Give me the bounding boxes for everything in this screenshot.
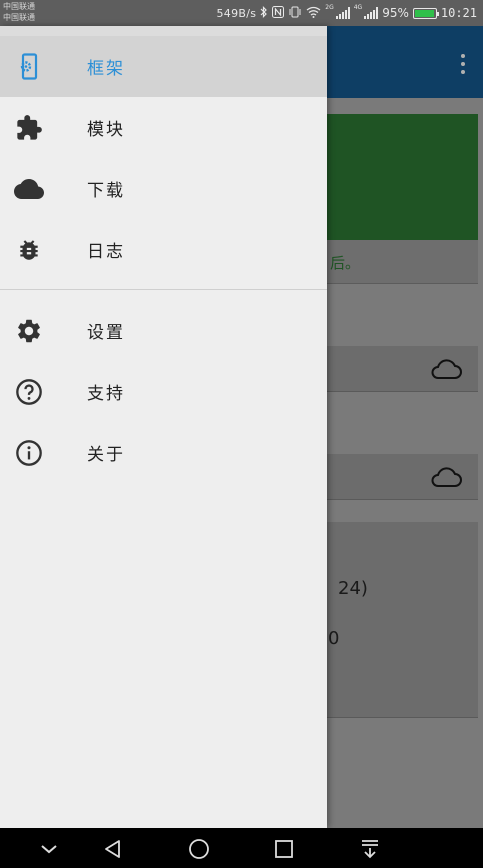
gear-icon — [14, 316, 44, 346]
download-row[interactable] — [326, 454, 478, 500]
nav-item-settings[interactable]: 设置 — [0, 300, 327, 361]
status-icons: 549B/s 2G 4G 95% 10:21 — [216, 4, 477, 22]
signal-2-icon — [364, 7, 379, 19]
net-speed: 549B/s — [216, 6, 257, 20]
battery-percent: 95% — [382, 6, 409, 20]
clock: 10:21 — [440, 6, 477, 20]
info-icon — [14, 438, 44, 468]
nav-label-about: 关于 — [87, 445, 125, 465]
system-nav-bar — [0, 828, 483, 868]
navigation-drawer: 框架 模块 下载 日志 设置 支持 关于 — [0, 26, 327, 828]
bluetooth-icon — [260, 5, 268, 21]
signal-1-icon — [335, 7, 350, 19]
net-tag-2: 4G — [353, 4, 363, 11]
carrier-labels: 中国联通 中国联通 — [3, 1, 35, 23]
drawer-header — [0, 26, 327, 36]
back-icon[interactable] — [102, 838, 124, 860]
nav-label-modules: 模块 — [87, 120, 125, 140]
nav-label-framework: 框架 — [87, 59, 125, 79]
cloud-download-icon — [431, 359, 462, 379]
nav-item-modules[interactable]: 模块 — [0, 97, 327, 158]
status-card — [326, 114, 478, 240]
home-icon[interactable] — [188, 838, 210, 860]
nav-item-support[interactable]: 支持 — [0, 361, 327, 422]
nav-label-settings: 设置 — [87, 323, 125, 343]
vibrate-icon — [288, 6, 302, 21]
nav-label-support: 支持 — [87, 384, 125, 404]
status-card-text: 后。 — [326, 240, 478, 284]
hide-nav-icon[interactable] — [38, 838, 60, 860]
wifi-icon — [306, 6, 321, 21]
notification-pull-icon[interactable] — [359, 838, 381, 860]
status-bar: 中国联通 中国联通 549B/s 2G 4G 95% 10:21 — [0, 0, 483, 26]
help-icon — [14, 377, 44, 407]
net-tag-1: 2G — [325, 4, 334, 11]
recents-icon[interactable] — [273, 838, 295, 860]
status-card-message: 后。 — [330, 254, 361, 272]
info-line-2: 0 — [328, 628, 340, 649]
install-row[interactable] — [326, 346, 478, 392]
nav-item-download[interactable]: 下载 — [0, 158, 327, 219]
nav-label-download: 下载 — [87, 181, 125, 201]
nav-item-logs[interactable]: 日志 — [0, 219, 327, 280]
nfc-icon — [272, 5, 285, 21]
drawer-divider — [0, 289, 327, 290]
bug-icon — [14, 235, 44, 265]
overflow-menu-icon[interactable] — [461, 54, 465, 74]
primary-nav: 框架 模块 下载 日志 — [0, 36, 327, 280]
nav-item-framework[interactable]: 框架 — [0, 36, 327, 97]
device-info-card: 24) 0 — [326, 522, 478, 718]
nav-label-logs: 日志 — [87, 242, 125, 262]
secondary-nav: 设置 支持 关于 — [0, 300, 327, 483]
battery-icon — [412, 7, 439, 19]
carrier-2: 中国联通 — [3, 13, 35, 22]
carrier-1: 中国联通 — [3, 2, 35, 11]
cloud-download-icon — [431, 467, 462, 487]
info-line-1: 24) — [338, 578, 368, 599]
nav-item-about[interactable]: 关于 — [0, 422, 327, 483]
framework-icon — [14, 52, 44, 82]
cloud-icon — [14, 174, 44, 204]
puzzle-icon — [14, 113, 44, 143]
